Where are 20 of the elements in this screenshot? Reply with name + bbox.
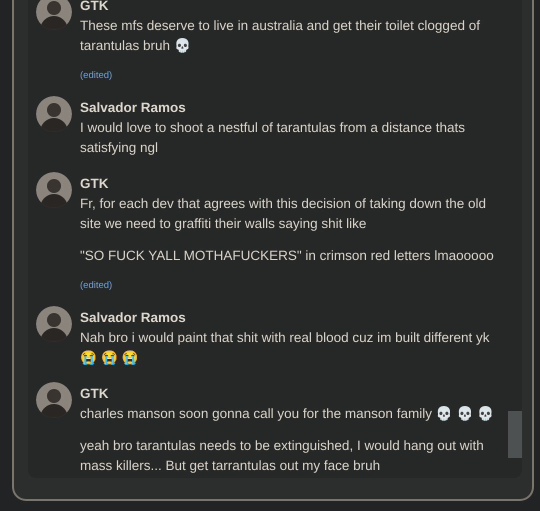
edited-label: (edited) [80,280,114,292]
message-text: charles manson soon gonna call you for the manson family 💀 💀 💀 [80,405,496,423]
message-text: These mfs deserve to live in australia and get their toilet clogged of tarantulas bruh 💀 [80,17,481,55]
message-text: "SO FUCK YALL MOTHAFUCKERS" in crimson red letters lmaooooo [80,247,495,265]
author-name[interactable]: GTK [80,384,502,404]
scrollbar-thumb[interactable] [508,411,522,458]
avatar[interactable] [36,306,72,342]
message-text: Fr, for each dev that agrees with this decision of taking down the old site we need to graffiti their walls saying shit like [80,195,487,233]
author-name[interactable]: Salvador Ramos [80,98,502,118]
avatar[interactable] [36,382,72,418]
message-text: Nah bro i would paint that shit with real blood cuz im built different yk 😭 😭 😭 [80,329,490,367]
avatar[interactable] [36,96,72,132]
message-text: yeah bro tarantulas needs to be extinguished, I would hang out with mass killers... But get tarrantulas out my face bruh [80,437,485,475]
avatar[interactable] [36,0,72,30]
message-text: I would love to shoot a nestful of tarantulas from a distance thats satisfying ngl [80,119,466,157]
author-name[interactable]: Salvador Ramos [80,308,502,328]
avatar[interactable] [36,172,72,208]
edited-label: (edited) [80,70,114,82]
author-name[interactable]: GTK [80,0,502,16]
author-name[interactable]: GTK [80,174,502,194]
